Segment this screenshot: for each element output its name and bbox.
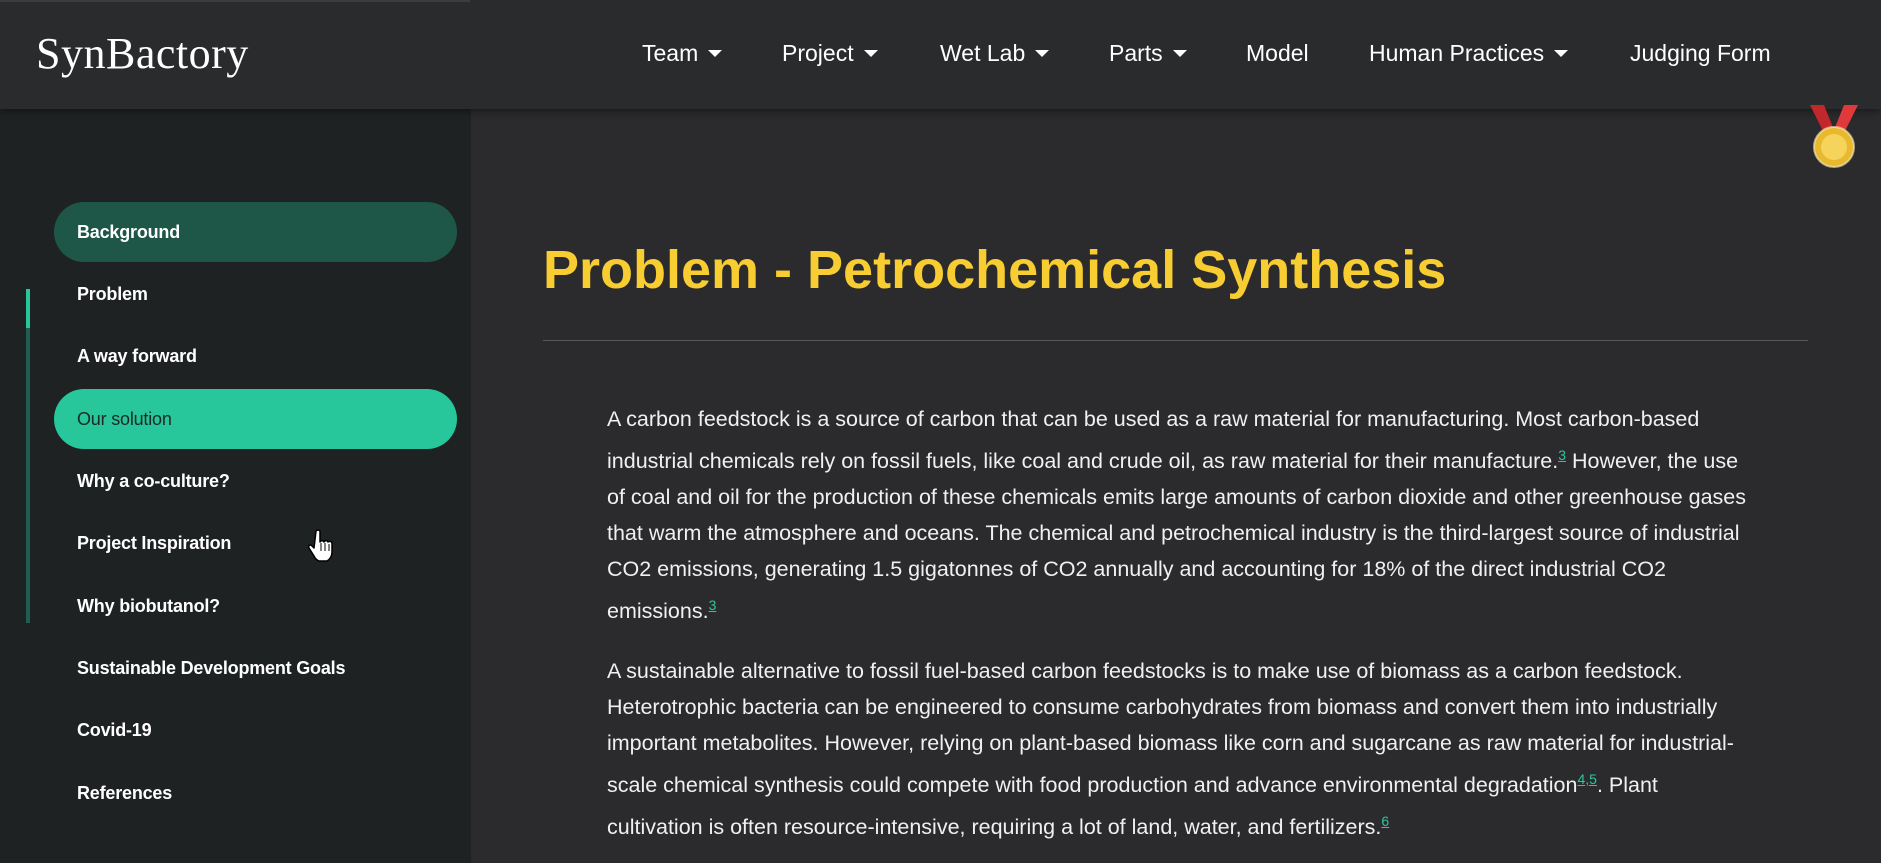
caret-down-icon bbox=[863, 50, 878, 57]
sidebar-item-sustainable-development-goals[interactable]: Sustainable Development Goals bbox=[54, 638, 457, 698]
caret-down-icon bbox=[708, 50, 723, 57]
brand-logo[interactable]: SynBactory bbox=[36, 28, 249, 79]
sidebar-item-label: Problem bbox=[77, 283, 148, 304]
sidebar-item-project-inspiration[interactable]: Project Inspiration bbox=[54, 513, 457, 573]
sidebar-item-label: Covid-19 bbox=[77, 719, 152, 740]
scroll-progress-indicator bbox=[26, 289, 30, 328]
caret-down-icon bbox=[1035, 50, 1050, 57]
sidebar-item-problem[interactable]: Problem bbox=[54, 264, 457, 324]
paragraph-biomass: A sustainable alternative to fossil fuel… bbox=[607, 653, 1757, 845]
sidebar-item-background[interactable]: Background bbox=[54, 202, 457, 262]
sidebar-item-label: Sustainable Development Goals bbox=[77, 657, 346, 678]
nav-item-label: Judging Form bbox=[1630, 40, 1771, 66]
citation-link[interactable]: 4,5 bbox=[1577, 771, 1596, 787]
citation-link[interactable]: 3 bbox=[709, 597, 717, 613]
citation-link[interactable]: 6 bbox=[1381, 813, 1389, 829]
brand-divider bbox=[0, 0, 470, 2]
sidebar-item-covid-19[interactable]: Covid-19 bbox=[54, 700, 457, 760]
sidebar-item-label: References bbox=[77, 782, 173, 803]
citation-link[interactable]: 3 bbox=[1558, 447, 1566, 463]
sidebar: Background Problem A way forward Our sol… bbox=[0, 109, 471, 863]
paragraph-text: However, the use of coal and oil for the… bbox=[607, 449, 1746, 624]
caret-down-icon bbox=[1172, 50, 1187, 57]
nav-item-label: Human Practices bbox=[1369, 40, 1545, 66]
nav-item-label: Parts bbox=[1109, 40, 1163, 66]
nav-item-model[interactable]: Model bbox=[1246, 40, 1309, 67]
nav-item-wet-lab[interactable]: Wet Lab bbox=[940, 40, 1050, 67]
paragraph-text: A sustainable alternative to fossil fuel… bbox=[607, 659, 1734, 798]
sidebar-item-label: Background bbox=[77, 221, 181, 242]
title-divider bbox=[543, 340, 1808, 341]
hand-pointer-cursor-icon bbox=[308, 529, 333, 562]
sidebar-item-why-a-co-culture[interactable]: Why a co-culture? bbox=[54, 451, 457, 511]
nav-item-team[interactable]: Team bbox=[642, 40, 723, 67]
medal-icon bbox=[1810, 105, 1858, 168]
nav-item-label: Team bbox=[642, 40, 699, 66]
nav-item-parts[interactable]: Parts bbox=[1109, 40, 1187, 67]
sidebar-item-our-solution[interactable]: Our solution bbox=[54, 389, 457, 449]
nav-item-label: Model bbox=[1246, 40, 1309, 66]
sidebar-item-label: Project Inspiration bbox=[77, 532, 232, 553]
nav-item-judging-form[interactable]: Judging Form bbox=[1630, 40, 1771, 67]
paragraph-text: A carbon feedstock is a source of carbon… bbox=[607, 407, 1700, 474]
nav-item-human-practices[interactable]: Human Practices bbox=[1369, 40, 1569, 67]
sidebar-item-label: Why a co-culture? bbox=[77, 470, 230, 491]
paragraph-petrochemical: A carbon feedstock is a source of carbon… bbox=[607, 401, 1757, 629]
main-content: Problem - Petrochemical Synthesis A carb… bbox=[471, 109, 1881, 863]
caret-down-icon bbox=[1554, 50, 1569, 57]
sidebar-item-why-biobutanol[interactable]: Why biobutanol? bbox=[54, 576, 457, 636]
scroll-progress-track bbox=[26, 289, 30, 623]
sidebar-item-label: Our solution bbox=[77, 408, 172, 429]
sidebar-item-label: A way forward bbox=[77, 345, 197, 366]
nav-item-label: Project bbox=[782, 40, 854, 66]
sidebar-item-references[interactable]: References bbox=[54, 763, 457, 823]
nav-item-project[interactable]: Project bbox=[782, 40, 878, 67]
nav-item-label: Wet Lab bbox=[940, 40, 1026, 66]
sidebar-item-label: Why biobutanol? bbox=[77, 595, 220, 616]
top-navbar: SynBactory Team Project Wet Lab Parts Mo… bbox=[0, 0, 1881, 109]
sidebar-item-a-way-forward[interactable]: A way forward bbox=[54, 326, 457, 386]
page-title: Problem - Petrochemical Synthesis bbox=[543, 240, 1447, 300]
